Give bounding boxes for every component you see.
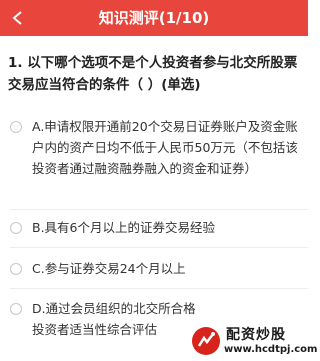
question-text: 1. 以下哪个选项不是个人投资者参与北交所股票交易应当符合的条件（ ）(单选) [8, 55, 298, 93]
divider [10, 288, 308, 289]
watermark-title: 配资炒股 [226, 327, 286, 343]
radio-icon[interactable] [10, 222, 22, 234]
radio-icon[interactable] [10, 303, 22, 315]
option-a[interactable]: A.申请权限开通前20个交易日证券账户及资金账户内的资产日均不低于人民币50万元… [10, 116, 300, 179]
watermark: 配资炒股 www.hcdtpj.com [188, 321, 317, 361]
divider [10, 247, 308, 248]
watermark-logo-icon [192, 327, 220, 355]
page-title: 知识测评(1/10) [98, 9, 210, 27]
option-b[interactable]: B.具有6个月以上的证券交易经验 [10, 217, 300, 238]
option-c[interactable]: C.参与证券交易24个月以上 [10, 258, 300, 279]
option-d-text: D.通过会员组织的北交所合格投资者适当性综合评估 [32, 301, 196, 337]
divider [10, 209, 308, 210]
option-b-text: B.具有6个月以上的证券交易经验 [32, 220, 216, 235]
radio-icon[interactable] [10, 121, 22, 133]
option-c-text: C.参与证券交易24个月以上 [32, 261, 186, 276]
option-a-text: A.申请权限开通前20个交易日证券账户及资金账户内的资产日均不低于人民币50万元… [32, 119, 298, 176]
watermark-url: www.hcdtpj.com [224, 344, 318, 355]
app-header: 知识测评(1/10) [0, 0, 308, 36]
option-d[interactable]: D.通过会员组织的北交所合格投资者适当性综合评估 [10, 298, 206, 340]
radio-icon[interactable] [10, 263, 22, 275]
